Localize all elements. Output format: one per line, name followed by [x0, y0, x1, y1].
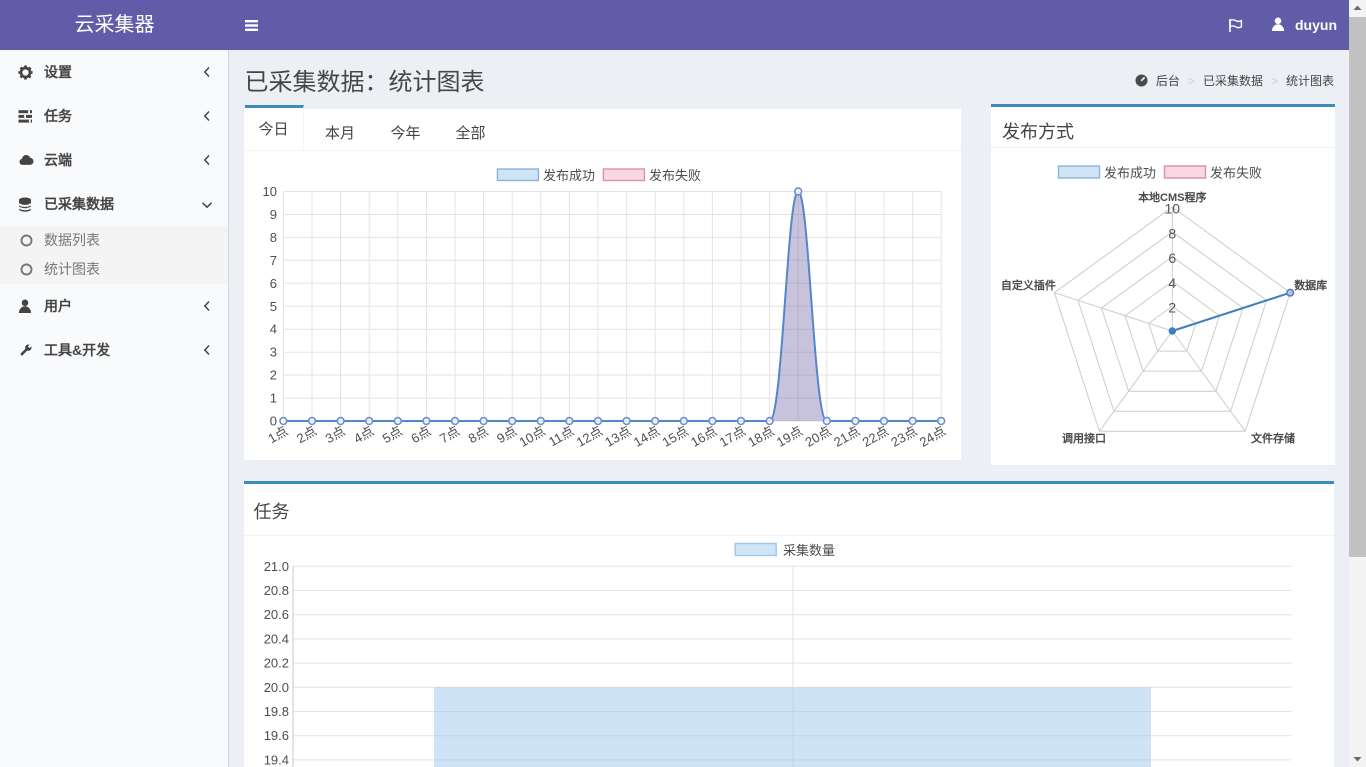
- svg-text:21.0: 21.0: [264, 559, 289, 574]
- svg-text:7: 7: [270, 252, 277, 267]
- svg-text:7点: 7点: [437, 423, 462, 446]
- svg-text:自定义插件: 自定义插件: [1000, 278, 1055, 292]
- svg-text:发布失败: 发布失败: [649, 168, 701, 183]
- svg-text:14点: 14点: [631, 423, 662, 450]
- svg-text:19.8: 19.8: [264, 704, 289, 719]
- svg-text:8: 8: [1168, 225, 1176, 241]
- svg-text:9: 9: [270, 207, 277, 222]
- svg-text:13点: 13点: [602, 423, 633, 450]
- svg-text:发布成功: 发布成功: [543, 168, 595, 183]
- svg-text:采集数量: 采集数量: [783, 543, 835, 558]
- svg-text:20.6: 20.6: [264, 607, 289, 622]
- svg-text:20.2: 20.2: [264, 656, 289, 671]
- svg-text:19.4: 19.4: [264, 753, 289, 767]
- svg-text:12点: 12点: [574, 423, 605, 450]
- svg-text:22点: 22点: [860, 423, 891, 450]
- svg-text:19点: 19点: [774, 423, 805, 450]
- svg-text:15点: 15点: [660, 423, 691, 450]
- svg-text:2: 2: [1168, 299, 1176, 315]
- svg-text:20.4: 20.4: [264, 632, 289, 647]
- svg-text:6点: 6点: [408, 423, 433, 446]
- svg-text:9点: 9点: [494, 423, 519, 446]
- svg-text:8点: 8点: [466, 423, 491, 446]
- svg-text:20.0: 20.0: [264, 680, 289, 695]
- svg-text:文件存储: 文件存储: [1251, 431, 1295, 445]
- svg-text:3点: 3点: [323, 423, 348, 446]
- svg-text:4: 4: [1168, 274, 1176, 290]
- svg-text:23点: 23点: [888, 423, 919, 450]
- svg-text:16点: 16点: [688, 423, 719, 450]
- svg-text:10: 10: [263, 184, 277, 199]
- svg-text:本地CMS程序: 本地CMS程序: [1138, 190, 1206, 204]
- svg-text:24点: 24点: [917, 423, 948, 450]
- svg-text:发布失败: 发布失败: [1210, 165, 1262, 180]
- svg-text:2: 2: [270, 367, 277, 382]
- svg-text:4点: 4点: [351, 423, 376, 446]
- svg-text:6: 6: [1168, 250, 1176, 266]
- svg-text:10点: 10点: [517, 423, 548, 450]
- svg-text:数据库: 数据库: [1294, 278, 1327, 292]
- svg-text:发布成功: 发布成功: [1104, 165, 1156, 180]
- svg-text:20.8: 20.8: [264, 583, 289, 598]
- svg-text:20点: 20点: [803, 423, 834, 450]
- svg-text:4: 4: [270, 321, 277, 336]
- svg-text:6: 6: [270, 275, 277, 290]
- svg-text:18点: 18点: [745, 423, 776, 450]
- svg-text:调用接口: 调用接口: [1062, 431, 1106, 445]
- svg-text:21点: 21点: [831, 423, 862, 450]
- svg-text:5点: 5点: [380, 423, 405, 446]
- svg-text:17点: 17点: [717, 423, 748, 450]
- svg-text:1: 1: [270, 390, 277, 405]
- svg-text:2点: 2点: [294, 423, 319, 446]
- svg-text:11点: 11点: [546, 423, 576, 449]
- svg-text:5: 5: [270, 298, 277, 313]
- svg-text:8: 8: [270, 229, 277, 244]
- svg-text:19.6: 19.6: [264, 728, 289, 743]
- svg-text:3: 3: [270, 344, 277, 359]
